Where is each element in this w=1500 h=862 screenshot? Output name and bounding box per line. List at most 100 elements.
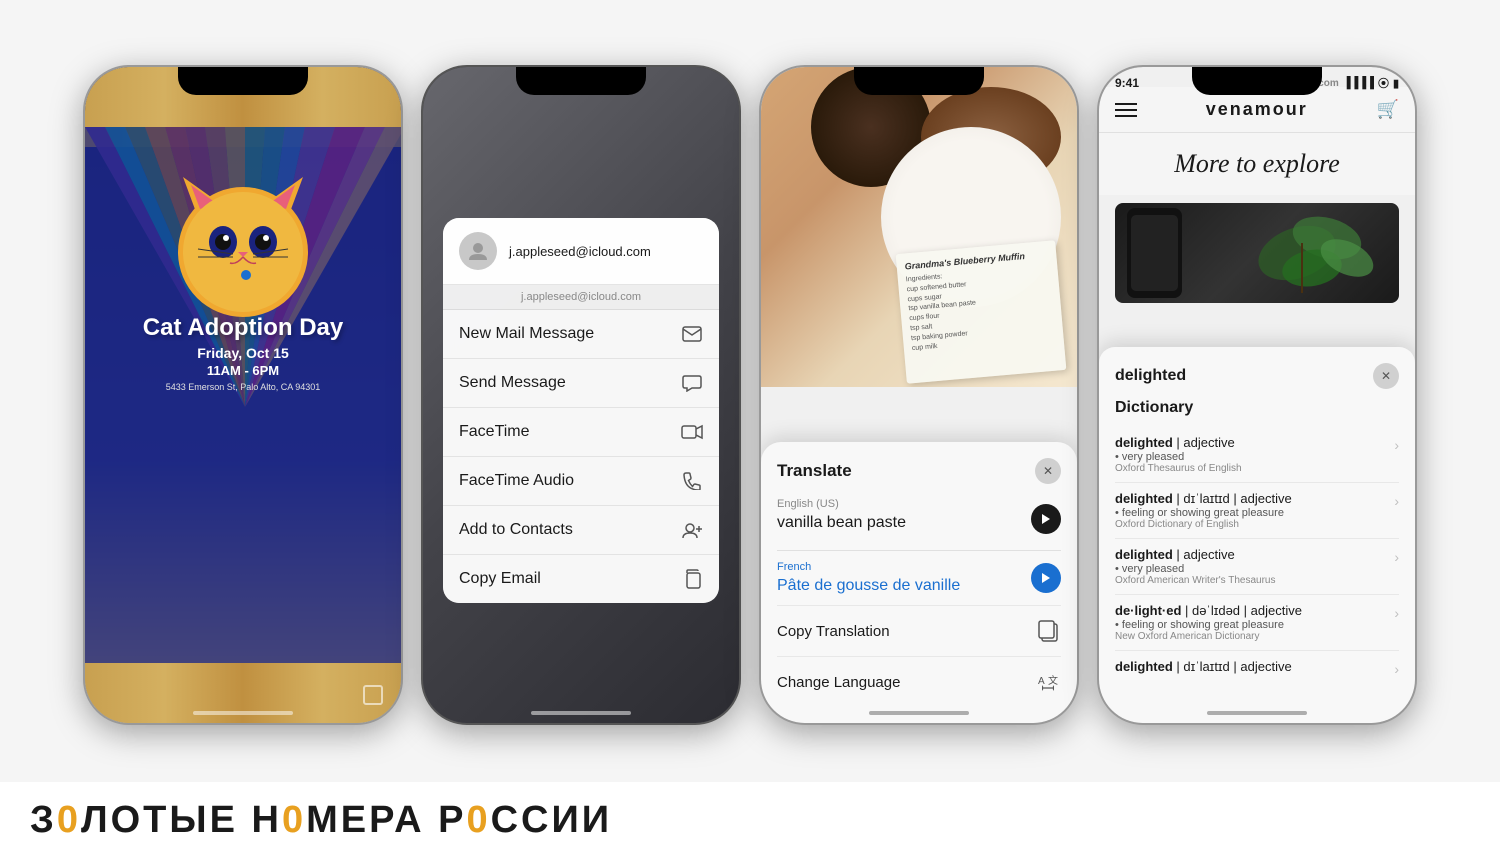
mail-icon bbox=[681, 323, 703, 345]
event-address: 5433 Emerson St, Palo Alto, CA 94301 bbox=[143, 382, 343, 392]
svg-text:A: A bbox=[1038, 676, 1045, 687]
dict-entry-3-word: delighted | adjective bbox=[1115, 547, 1386, 562]
recipe-card: Grandma's Blueberry Muffin Ingredients:c… bbox=[896, 240, 1067, 383]
dict-entry-5[interactable]: delighted | dɪˈlaɪtɪd | adjective › bbox=[1115, 651, 1399, 685]
contact-header: j.appleseed@icloud.com bbox=[443, 218, 719, 285]
dict-entry-2-word: delighted | dɪˈlaɪtɪd | adjective bbox=[1115, 491, 1386, 506]
banner-text: З0ЛОТЫЕ Н0МЕРА Р0ССИИ bbox=[30, 799, 612, 842]
dict-close-button[interactable]: ✕ bbox=[1373, 363, 1399, 389]
copy-translation-action[interactable]: Copy Translation bbox=[777, 605, 1061, 656]
chevron-right-icon-4: › bbox=[1394, 605, 1399, 621]
cat-illustration bbox=[158, 157, 328, 307]
phone2-screen: j.appleseed@icloud.com j.appleseed@iclou… bbox=[423, 67, 739, 723]
dict-entry-4-word: de·light·ed | dəˈlɪdəd | adjective bbox=[1115, 603, 1386, 618]
dict-entry-1-word: delighted | adjective bbox=[1115, 435, 1386, 450]
phone1-home-indicator bbox=[193, 711, 293, 715]
dict-entry-3-def: • very pleased bbox=[1115, 563, 1386, 575]
dict-entry-3[interactable]: delighted | adjective • very pleased Oxf… bbox=[1115, 539, 1399, 595]
muffin-image: Grandma's Blueberry Muffin Ingredients:c… bbox=[761, 67, 1077, 387]
venamour-logo: venamour bbox=[1206, 99, 1308, 120]
contacts-icon bbox=[681, 519, 703, 541]
dict-entry-5-content: delighted | dɪˈlaɪtɪd | adjective bbox=[1115, 659, 1386, 674]
phone3-frame: Grandma's Blueberry Muffin Ingredients:c… bbox=[759, 65, 1079, 725]
translate-title: Translate bbox=[777, 461, 852, 481]
dict-entry-4[interactable]: de·light·ed | dəˈlɪdəd | adjective • fee… bbox=[1115, 595, 1399, 651]
chevron-right-icon-5: › bbox=[1394, 661, 1399, 677]
dict-entry-4-source: New Oxford American Dictionary bbox=[1115, 631, 1386, 642]
menu-label-add-contacts: Add to Contacts bbox=[459, 521, 573, 539]
contact-email-small: j.appleseed@icloud.com bbox=[443, 285, 719, 310]
dict-entry-1-content: delighted | adjective • very pleased Oxf… bbox=[1115, 435, 1386, 474]
phone4-notch bbox=[1192, 67, 1322, 95]
copy-icon bbox=[681, 568, 703, 590]
dict-entry-4-content: de·light·ed | dəˈlɪdəd | adjective • fee… bbox=[1115, 603, 1386, 642]
dict-section-title: Dictionary bbox=[1115, 399, 1399, 417]
source-text: vanilla bean paste bbox=[777, 514, 906, 532]
phone3-home-indicator bbox=[869, 711, 969, 715]
translate-close-button[interactable]: ✕ bbox=[1035, 458, 1061, 484]
cart-icon[interactable]: 🛒 bbox=[1377, 99, 1399, 120]
phone1-frame: Cat Adoption Day Friday, Oct 15 11AM - 6… bbox=[83, 65, 403, 725]
dict-entry-2[interactable]: delighted | dɪˈlaɪtɪd | adjective • feel… bbox=[1115, 483, 1399, 539]
dict-entry-2-def: • feeling or showing great pleasure bbox=[1115, 507, 1386, 519]
source-row: English (US) vanilla bean paste bbox=[777, 498, 1061, 540]
event-title: Cat Adoption Day bbox=[143, 315, 343, 341]
phone1-content: Cat Adoption Day Friday, Oct 15 11AM - 6… bbox=[85, 137, 401, 673]
phone-in-phone bbox=[1115, 203, 1399, 303]
dict-entry-1-source: Oxford Thesaurus of English bbox=[1115, 463, 1386, 474]
phone4-home-indicator bbox=[1207, 711, 1307, 715]
phone2-home-indicator bbox=[531, 711, 631, 715]
main-container: Cat Adoption Day Friday, Oct 15 11AM - 6… bbox=[0, 0, 1500, 862]
dict-entry-2-source: Oxford Dictionary of English bbox=[1115, 519, 1386, 530]
hamburger-line1 bbox=[1115, 103, 1137, 105]
phone4-frame: 9:41 venamour.com ▐▐▐▐ ⦿ ▮ bbox=[1097, 65, 1417, 725]
menu-item-facetime-audio[interactable]: FaceTime Audio bbox=[443, 457, 719, 506]
dict-entry-1[interactable]: delighted | adjective • very pleased Oxf… bbox=[1115, 427, 1399, 483]
translate-icon: A 文 bbox=[1035, 669, 1061, 695]
menu-item-add-contacts[interactable]: Add to Contacts bbox=[443, 506, 719, 555]
venamour-heading: More to explore bbox=[1099, 133, 1415, 195]
translate-divider bbox=[777, 550, 1061, 551]
dict-header: delighted ✕ bbox=[1115, 363, 1399, 389]
dict-popup: delighted ✕ Dictionary delighted | adjec… bbox=[1099, 347, 1415, 723]
phones-row: Cat Adoption Day Friday, Oct 15 11AM - 6… bbox=[0, 0, 1500, 782]
highlight-0: 0 bbox=[57, 799, 81, 841]
dict-word: delighted bbox=[1115, 367, 1186, 385]
status-time: 9:41 bbox=[1115, 76, 1139, 90]
dict-entry-2-content: delighted | dɪˈlaɪtɪd | adjective • feel… bbox=[1115, 491, 1386, 530]
target-lang: French bbox=[777, 561, 960, 573]
menu-item-new-mail[interactable]: New Mail Message bbox=[443, 310, 719, 359]
phone1-screen: Cat Adoption Day Friday, Oct 15 11AM - 6… bbox=[85, 67, 401, 723]
event-text: Cat Adoption Day Friday, Oct 15 11AM - 6… bbox=[123, 315, 363, 392]
target-play-button[interactable] bbox=[1031, 563, 1061, 593]
contact-popup: j.appleseed@icloud.com j.appleseed@iclou… bbox=[443, 218, 719, 603]
phone3-screen: Grandma's Blueberry Muffin Ingredients:c… bbox=[761, 67, 1077, 723]
copy-translation-icon bbox=[1035, 618, 1061, 644]
change-language-action[interactable]: Change Language A 文 bbox=[777, 656, 1061, 707]
chevron-right-icon-3: › bbox=[1394, 549, 1399, 565]
wifi-icon: ⦿ bbox=[1378, 75, 1389, 91]
phone1-notch bbox=[178, 67, 308, 95]
menu-label-copy-email: Copy Email bbox=[459, 570, 541, 588]
signal-icon: ▐▐▐▐ bbox=[1343, 77, 1374, 89]
phone-icon bbox=[681, 470, 703, 492]
menu-item-send-message[interactable]: Send Message bbox=[443, 359, 719, 408]
source-play-button[interactable] bbox=[1031, 504, 1061, 534]
fullscreen-icon bbox=[363, 685, 383, 705]
menu-label-new-mail: New Mail Message bbox=[459, 325, 594, 343]
phone4-screen: 9:41 venamour.com ▐▐▐▐ ⦿ ▮ bbox=[1099, 67, 1415, 723]
hamburger-menu[interactable] bbox=[1115, 103, 1137, 117]
hamburger-line3 bbox=[1115, 115, 1137, 117]
battery-icon: ▮ bbox=[1393, 77, 1399, 90]
menu-item-facetime[interactable]: FaceTime bbox=[443, 408, 719, 457]
phone2-notch bbox=[516, 67, 646, 95]
contact-email-display: j.appleseed@icloud.com bbox=[509, 244, 651, 259]
event-time: 11AM - 6PM bbox=[143, 363, 343, 378]
dict-entry-3-source: Oxford American Writer's Thesaurus bbox=[1115, 575, 1386, 586]
menu-label-send-message: Send Message bbox=[459, 374, 566, 392]
dict-entry-3-content: delighted | adjective • very pleased Oxf… bbox=[1115, 547, 1386, 586]
more-to-explore-text: More to explore bbox=[1115, 149, 1399, 179]
menu-item-copy-email[interactable]: Copy Email bbox=[443, 555, 719, 603]
highlight-2: 0 bbox=[466, 799, 490, 841]
svg-text:文: 文 bbox=[1048, 674, 1058, 687]
